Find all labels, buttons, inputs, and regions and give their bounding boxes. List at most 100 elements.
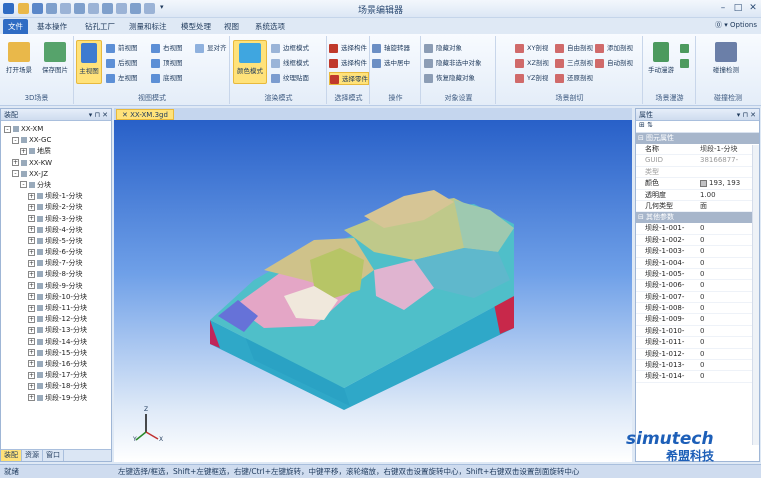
tree-item[interactable]: + 坝段-4-分块 (1, 225, 111, 236)
expand-icon[interactable]: + (28, 315, 35, 323)
hide-unselected-button[interactable]: 隐藏非选中对象 (424, 57, 482, 70)
document-tab[interactable]: ✕ XX-XM.3gd (116, 109, 174, 120)
close-icon[interactable]: ✕ (746, 2, 760, 14)
expand-icon[interactable]: + (28, 259, 35, 267)
expand-icon[interactable]: + (28, 293, 35, 301)
property-row[interactable]: 坝段-1-011- 0 (636, 337, 759, 349)
property-row[interactable]: 坝段-1-005- 0 (636, 269, 759, 281)
free-section-button[interactable]: 自由剖视 (555, 42, 593, 55)
add-section-button[interactable]: 添加剖视 (595, 42, 633, 55)
tree-item[interactable]: + 坝段-7-分块 (1, 258, 111, 269)
restore-section-button[interactable]: 还原剖视 (555, 72, 593, 85)
xy-section-button[interactable]: XY剖视 (515, 42, 548, 55)
sort-icon[interactable]: ⊞ ⇅ (639, 121, 653, 129)
tree-item[interactable]: - XX-JZ (1, 169, 111, 180)
expand-icon[interactable]: + (28, 248, 35, 256)
property-row[interactable]: 坝段-1-007- 0 (636, 292, 759, 304)
tree-item[interactable]: + 坝段-3-分块 (1, 214, 111, 225)
expand-icon[interactable]: + (28, 215, 35, 222)
property-row[interactable]: 坝段-1-002- 0 (636, 235, 759, 247)
yz-section-button[interactable]: YZ剖视 (515, 72, 548, 85)
property-row[interactable]: 几何类型 面 (636, 201, 759, 213)
property-row-color[interactable]: 颜色 193, 193 (636, 178, 759, 190)
collapse-icon[interactable]: - (12, 136, 19, 144)
top-view-button[interactable]: 顶视图 (151, 57, 183, 70)
section-other-params[interactable]: 其他参数 (636, 212, 759, 224)
property-row[interactable]: GUID 38166877- (636, 155, 759, 167)
tree-item[interactable]: + 坝段-12-分块 (1, 314, 111, 325)
fit-view-button[interactable]: 显对齐 (195, 42, 227, 55)
tab-measure[interactable]: 测量和标注 (124, 19, 172, 34)
expand-icon[interactable]: + (28, 338, 35, 346)
property-row[interactable]: 坝段-1-013- 0 (636, 360, 759, 372)
tree-item[interactable]: + 坝段-5-分块 (1, 236, 111, 247)
expand-icon[interactable]: + (12, 159, 19, 167)
expand-icon[interactable]: + (28, 203, 35, 211)
minimize-icon[interactable]: – (716, 2, 730, 14)
tree-item[interactable]: + XX-KW (1, 158, 111, 169)
property-row[interactable]: 坝段-1-014- 0 (636, 371, 759, 383)
properties-scrollbar[interactable] (752, 145, 759, 445)
expand-icon[interactable]: + (28, 382, 35, 390)
open-scene-button[interactable]: 打开场景 (2, 40, 36, 84)
pin-icon[interactable]: ▾ ⊓ ✕ (737, 109, 756, 121)
tree-item[interactable]: + 坝段-9-分块 (1, 281, 111, 292)
tree-item[interactable]: + 坝段-1-分块 (1, 191, 111, 202)
bottom-view-button[interactable]: 底视图 (151, 72, 183, 85)
options-menu[interactable]: ⓪ ▾ Options (715, 20, 757, 30)
tab-view[interactable]: 视图 (219, 19, 244, 34)
texture-button[interactable]: 纹理贴面 (271, 72, 309, 85)
three-point-section-button[interactable]: 三点剖视 (555, 57, 593, 70)
save-image-button[interactable]: 保存图片 (38, 40, 72, 84)
expand-icon[interactable]: + (28, 371, 35, 379)
manual-walk-button[interactable]: 手动漫游 (646, 40, 676, 84)
tree-item[interactable]: + 坝段-2-分块 (1, 202, 111, 213)
property-row[interactable]: 坝段-1-008- 0 (636, 303, 759, 315)
tree-item[interactable]: + 坝段-17-分块 (1, 370, 111, 381)
help-icon[interactable]: ⓪ ▾ (715, 21, 730, 29)
center-selection-button[interactable]: 选中居中 (372, 57, 410, 70)
left-view-button[interactable]: 左视图 (106, 72, 138, 85)
walk-option-button[interactable] (680, 42, 690, 55)
restore-hidden-button[interactable]: 恢复隐藏对象 (424, 72, 475, 85)
tree-item[interactable]: + 坝段-6-分块 (1, 247, 111, 258)
tab-system[interactable]: 系统选项 (250, 19, 290, 34)
tree-item[interactable]: + 坝段-13-分块 (1, 325, 111, 336)
collapse-icon[interactable]: - (20, 181, 27, 189)
expand-icon[interactable]: + (28, 237, 35, 245)
tree-item[interactable]: + 坝段-18-分块 (1, 381, 111, 392)
expand-icon[interactable]: + (28, 226, 35, 234)
wireframe-mode-button[interactable]: 线框模式 (271, 57, 309, 70)
expand-icon[interactable]: + (28, 304, 35, 312)
xz-section-button[interactable]: XZ剖视 (515, 57, 549, 70)
tree-item[interactable]: + 地质 (1, 146, 111, 157)
expand-icon[interactable]: + (28, 282, 35, 290)
tab-file[interactable]: 文件 (3, 19, 28, 34)
property-row[interactable]: 坝段-1-009- 0 (636, 314, 759, 326)
close-icon[interactable]: ✕ (122, 111, 130, 119)
edge-mode-button[interactable]: 边框模式 (271, 42, 309, 55)
front-view-button[interactable]: 前视图 (106, 42, 138, 55)
auto-section-button[interactable]: 自动剖视 (595, 57, 633, 70)
tree-item[interactable]: + 坝段-15-分块 (1, 348, 111, 359)
property-row[interactable]: 坝段-1-004- 0 (636, 258, 759, 269)
hide-object-button[interactable]: 隐藏对象 (424, 42, 462, 55)
main-view-button[interactable]: 主视图 (76, 40, 102, 84)
tree-item[interactable]: - XX-GC (1, 135, 111, 146)
pin-icon[interactable]: ▾ ⊓ ✕ (89, 109, 108, 121)
expand-icon[interactable]: + (28, 192, 35, 200)
expand-icon[interactable]: + (28, 270, 35, 278)
3d-viewport[interactable]: Z Y X (114, 120, 632, 462)
collision-check-button[interactable]: 碰撞检测 (709, 40, 743, 84)
tab-window[interactable]: 窗口 (43, 450, 64, 461)
collapse-icon[interactable]: - (12, 170, 19, 178)
property-row[interactable]: 类型 (636, 167, 759, 179)
tab-resource[interactable]: 资源 (22, 450, 43, 461)
tree-item[interactable]: + 坝段-19-分块 (1, 393, 111, 404)
color-mode-button[interactable]: 颜色模式 (233, 40, 267, 84)
property-row[interactable]: 坝段-1-012- 0 (636, 349, 759, 361)
section-basic[interactable]: 图元属性 (636, 133, 759, 144)
tree-item[interactable]: + 坝段-10-分块 (1, 292, 111, 303)
property-row[interactable]: 坝段-1-010- 0 (636, 326, 759, 338)
select-part-button[interactable]: 选择零件 (329, 72, 369, 85)
